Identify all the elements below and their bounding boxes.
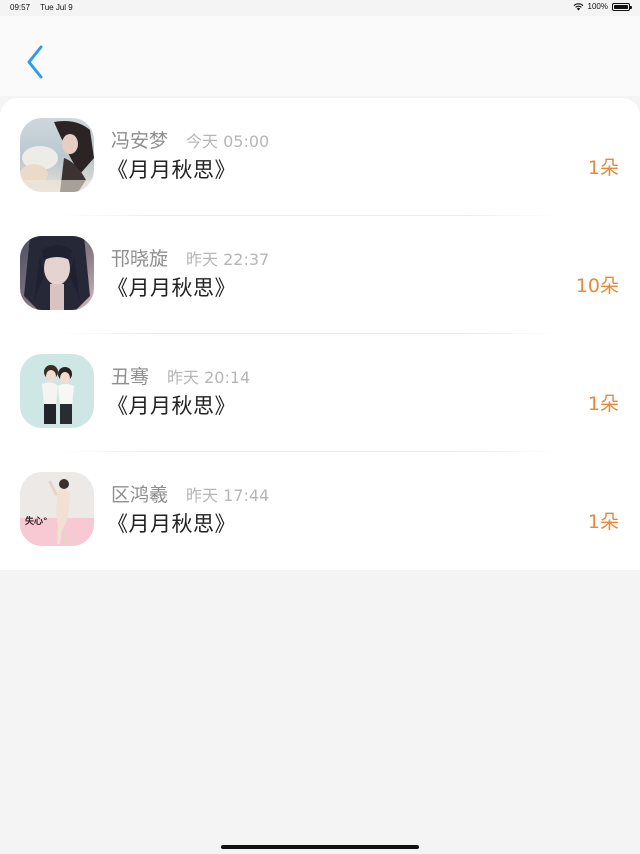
send-time: 昨天 17:44 xyxy=(186,486,270,505)
name-line: 邗晓旋 昨天 22:37 xyxy=(111,244,270,270)
send-time: 昨天 20:14 xyxy=(167,368,251,387)
status-bar: 09:57 Tue Jul 9 100% xyxy=(0,0,640,16)
avatar[interactable] xyxy=(20,236,94,310)
battery-icon xyxy=(612,2,632,11)
work-title: 《月月秋思》 xyxy=(107,276,236,300)
status-time: 09:57 xyxy=(10,3,31,12)
gift-record-list: 冯安梦 今天 05:00 《月月秋思》 1朵 邗晓旋 昨天 22:37 《月月秋… xyxy=(0,98,640,570)
list-item[interactable]: 冯安梦 今天 05:00 《月月秋思》 1朵 xyxy=(0,98,640,216)
avatar[interactable] xyxy=(20,118,94,192)
sender-name: 邗晓旋 xyxy=(111,248,169,270)
avatar[interactable] xyxy=(20,354,94,428)
name-line: 冯安梦 今天 05:00 xyxy=(111,126,270,152)
work-title: 《月月秋思》 xyxy=(107,394,236,418)
sender-name: 丑骞 xyxy=(111,366,150,388)
home-indicator[interactable] xyxy=(221,845,419,849)
chevron-left-icon xyxy=(27,45,43,79)
status-right: 100% xyxy=(573,2,632,11)
flower-count: 10朵 xyxy=(575,275,619,297)
wifi-icon xyxy=(573,2,583,10)
list-item[interactable]: 丑骞 昨天 20:14 《月月秋思》 1朵 xyxy=(0,334,640,452)
back-button[interactable] xyxy=(18,42,52,82)
sender-name: 冯安梦 xyxy=(111,130,169,152)
battery-percent: 100% xyxy=(587,2,608,11)
list-item[interactable]: 邗晓旋 昨天 22:37 《月月秋思》 10朵 xyxy=(0,216,640,334)
name-line: 丑骞 昨天 20:14 xyxy=(111,362,251,388)
name-line: 区鸿羲 昨天 17:44 xyxy=(111,480,270,506)
work-title: 《月月秋思》 xyxy=(107,158,236,182)
send-time: 昨天 22:37 xyxy=(186,250,270,269)
nav-bar xyxy=(0,16,640,96)
flower-count: 1朵 xyxy=(587,157,619,179)
work-title: 《月月秋思》 xyxy=(107,512,236,536)
status-left: 09:57 Tue Jul 9 xyxy=(10,3,81,12)
list-item[interactable]: 失心° 区鸿羲 昨天 17:44 《月月秋思》 1朵 xyxy=(0,452,640,570)
status-date: Tue Jul 9 xyxy=(40,3,73,12)
send-time: 今天 05:00 xyxy=(186,132,270,151)
avatar[interactable]: 失心° xyxy=(20,472,94,546)
flower-count: 1朵 xyxy=(587,511,619,533)
sender-name: 区鸿羲 xyxy=(111,484,169,506)
avatar-badge-text: 失心° xyxy=(25,515,48,527)
flower-count: 1朵 xyxy=(587,393,619,415)
